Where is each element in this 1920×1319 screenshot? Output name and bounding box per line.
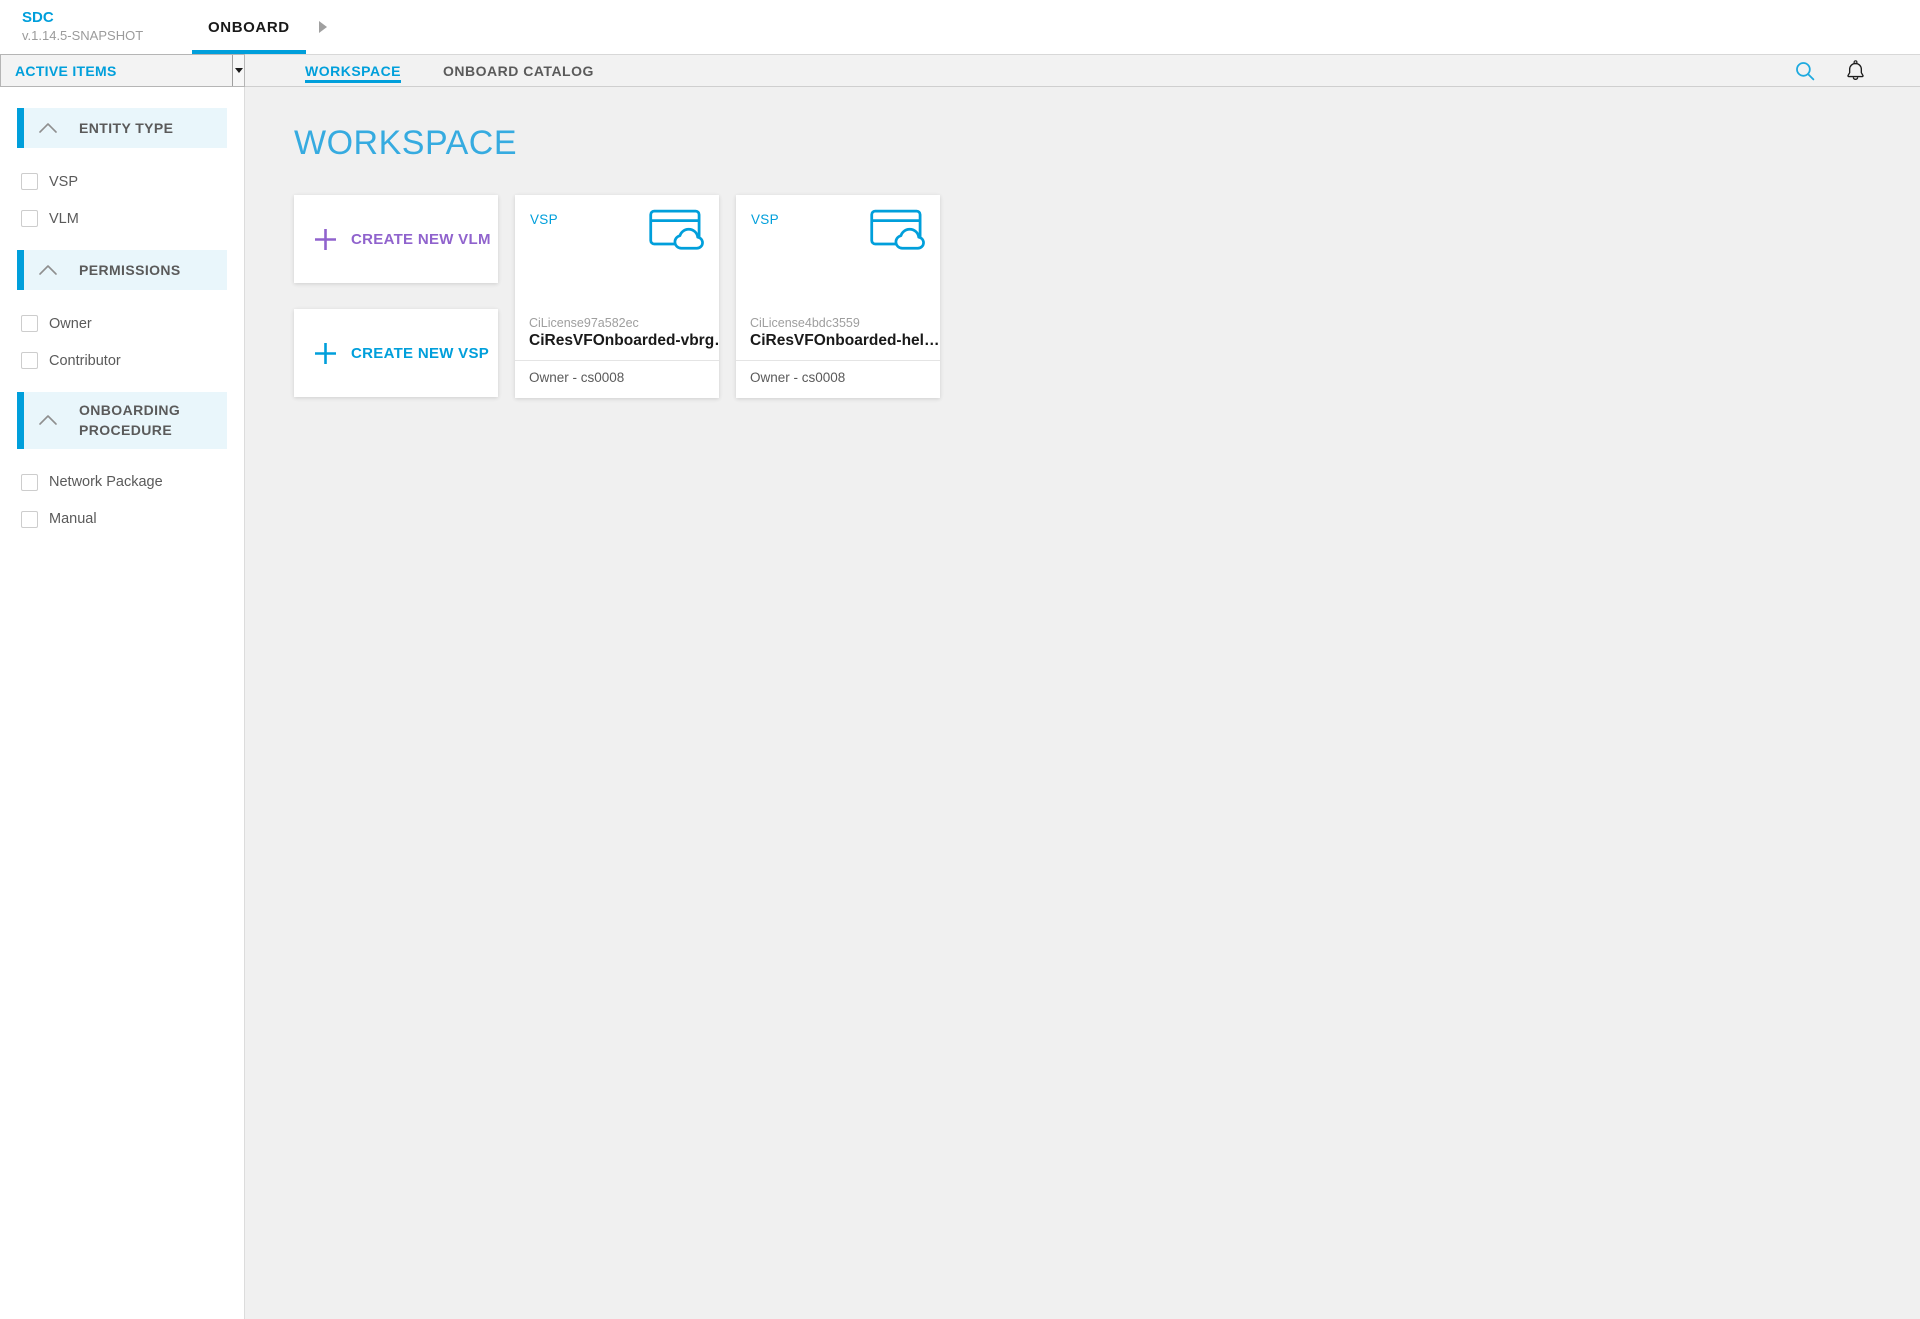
filter-section-title: ONBOARDING PROCEDURE [79, 400, 197, 441]
subheader: ACTIVE ITEMS WORKSPACE ONBOARD CATALOG [0, 54, 1920, 87]
filter-section-title: PERMISSIONS [79, 260, 181, 280]
tab-workspace-label: WORKSPACE [305, 63, 401, 79]
search-button[interactable] [1792, 55, 1818, 86]
toolbar-spacer [594, 55, 1792, 86]
filter-header-entity-type[interactable]: ENTITY TYPE [17, 108, 227, 148]
plus-icon [313, 227, 338, 252]
active-tab-underline [192, 50, 306, 54]
filter-option-label: VSP [49, 174, 78, 190]
card-type-label: VSP [530, 209, 558, 227]
page-body: ENTITY TYPE VSP VLM PERMISSIONS [0, 87, 1920, 1319]
card-owner: Owner - cs0008 [515, 361, 719, 398]
checkbox-vlm[interactable] [21, 210, 38, 227]
notifications-button[interactable] [1842, 55, 1868, 86]
card-owner: Owner - cs0008 [736, 361, 940, 398]
create-buttons-column: CREATE NEW VLM CREATE NEW VSP [294, 195, 498, 398]
chevron-right-icon [319, 21, 327, 33]
active-items-label: ACTIVE ITEMS [1, 55, 232, 86]
workspace-main: WORKSPACE CREATE NEW VLM CREATE NEW VSP [245, 87, 1920, 1319]
filter-section-title: ENTITY TYPE [79, 118, 173, 138]
vsp-card-1[interactable]: VSP CiLicense97a582ec CiResVFOnboarded-v… [515, 195, 719, 398]
page-title: WORKSPACE [294, 124, 1920, 163]
checkbox-network-package[interactable] [21, 474, 38, 491]
create-new-vlm-label: CREATE NEW VLM [351, 231, 491, 248]
card-head: VSP [736, 195, 940, 253]
caret-down-icon [235, 68, 243, 73]
checkbox-manual[interactable] [21, 511, 38, 528]
chevron-up-icon [38, 414, 58, 426]
filter-option-label: Contributor [49, 353, 121, 369]
filter-header-permissions[interactable]: PERMISSIONS [17, 250, 227, 290]
filter-option-label: Manual [49, 511, 97, 527]
catalog-toolbar: WORKSPACE ONBOARD CATALOG [245, 54, 1920, 87]
app-title: SDC [22, 9, 170, 27]
card-name: CiResVFOnboarded-hel… [736, 332, 940, 350]
search-icon [1795, 61, 1815, 81]
tab-onboard-label: ONBOARD [208, 19, 290, 36]
tab-workspace[interactable]: WORKSPACE [305, 55, 401, 86]
filter-sidebar: ENTITY TYPE VSP VLM PERMISSIONS [0, 87, 245, 1319]
card-name: CiResVFOnboarded-vbrg… [515, 332, 719, 350]
chevron-up-icon [38, 122, 58, 134]
filter-section-onboarding-procedure: ONBOARDING PROCEDURE Network Package Man… [17, 392, 227, 542]
filter-section-permissions: PERMISSIONS Owner Contributor [17, 250, 227, 383]
create-new-vsp-label: CREATE NEW VSP [351, 345, 489, 362]
filter-option-network-package[interactable]: Network Package [21, 474, 227, 491]
tab-onboard-catalog[interactable]: ONBOARD CATALOG [443, 55, 594, 86]
filter-option-manual[interactable]: Manual [21, 511, 227, 528]
filter-option-contributor[interactable]: Contributor [21, 352, 227, 369]
notification-bell-icon [1844, 59, 1867, 82]
checkbox-vsp[interactable] [21, 173, 38, 190]
card-type-label: VSP [751, 209, 779, 227]
card-head: VSP [515, 195, 719, 253]
main-nav: ONBOARD [192, 0, 327, 54]
filter-header-onboarding-procedure[interactable]: ONBOARDING PROCEDURE [17, 392, 227, 449]
filter-option-vsp[interactable]: VSP [21, 173, 227, 190]
app-version: v.1.14.5-SNAPSHOT [22, 28, 170, 43]
checkbox-contributor[interactable] [21, 352, 38, 369]
active-items-select[interactable]: ACTIVE ITEMS [0, 54, 245, 87]
filter-option-vlm[interactable]: VLM [21, 210, 227, 227]
tab-onboard-catalog-label: ONBOARD CATALOG [443, 63, 594, 79]
vsp-card-2[interactable]: VSP CiLicense4bdc3559 CiResVFOnboarded-h… [736, 195, 940, 398]
filter-option-label: Network Package [49, 474, 163, 490]
plus-icon [313, 341, 338, 366]
filter-items: Owner Contributor [17, 290, 227, 383]
card-license-id: CiLicense4bdc3559 [736, 316, 940, 330]
card-license-id: CiLicense97a582ec [515, 316, 719, 330]
filter-option-label: Owner [49, 316, 92, 332]
nav-expand-arrow[interactable] [319, 0, 327, 54]
filter-items: Network Package Manual [17, 449, 227, 542]
vsp-software-product-icon [870, 209, 927, 253]
app-header: SDC v.1.14.5-SNAPSHOT ONBOARD [0, 0, 1920, 54]
filter-option-label: VLM [49, 211, 79, 227]
create-new-vlm-button[interactable]: CREATE NEW VLM [294, 195, 498, 283]
checkbox-owner[interactable] [21, 315, 38, 332]
card-footer: CiLicense97a582ec CiResVFOnboarded-vbrg…… [515, 316, 719, 398]
chevron-up-icon [38, 264, 58, 276]
filter-section-entity-type: ENTITY TYPE VSP VLM [17, 108, 227, 241]
create-new-vsp-button[interactable]: CREATE NEW VSP [294, 309, 498, 397]
select-dropdown-strip[interactable] [232, 55, 244, 86]
filter-option-owner[interactable]: Owner [21, 315, 227, 332]
card-footer: CiLicense4bdc3559 CiResVFOnboarded-hel… … [736, 316, 940, 398]
tab-onboard[interactable]: ONBOARD [192, 0, 306, 54]
workspace-tab-underline [305, 80, 401, 83]
cards-row: CREATE NEW VLM CREATE NEW VSP VSP [294, 195, 1920, 398]
vsp-software-product-icon [649, 209, 706, 253]
sdc-logo[interactable]: SDC v.1.14.5-SNAPSHOT [0, 0, 170, 54]
filter-items: VSP VLM [17, 148, 227, 241]
